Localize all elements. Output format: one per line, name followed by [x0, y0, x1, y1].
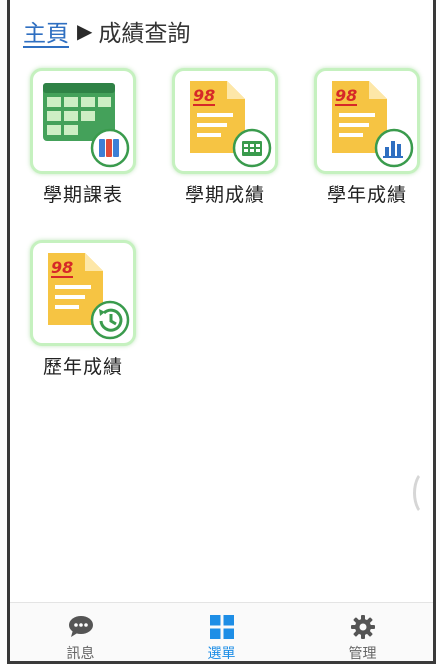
tab-menu[interactable]: 選單	[151, 603, 292, 661]
breadcrumb: 主頁 ▶ 成績查詢	[23, 14, 190, 48]
chat-icon	[68, 616, 93, 637]
tab-label: 選單	[207, 646, 236, 661]
tile-label: 學年成績	[326, 184, 407, 206]
tab-messages[interactable]: 訊息	[10, 603, 151, 661]
tile-label: 學期課表	[42, 184, 123, 206]
breadcrumb-home-link[interactable]: 主頁	[23, 14, 69, 48]
app-frame: 主頁 ▶ 成績查詢 學期課表 98 學期成績 98 學年成績 98 歷年成績 訊…	[7, 0, 436, 664]
tab-settings[interactable]: 管理	[292, 603, 433, 661]
timetable-books-icon	[30, 68, 136, 174]
grid-icon	[209, 615, 234, 639]
tile-label: 歷年成績	[42, 356, 123, 378]
tile-semester-scores[interactable]: 98 學期成績	[165, 68, 285, 207]
score-badge: 98	[193, 86, 215, 105]
score-badge: 98	[51, 258, 73, 277]
breadcrumb-separator-icon: ▶	[77, 19, 93, 43]
breadcrumb-current: 成績查詢	[98, 21, 191, 47]
score-chart-icon: 98	[314, 68, 420, 174]
tab-label: 訊息	[66, 646, 95, 661]
tile-semester-timetable[interactable]: 學期課表	[23, 68, 143, 207]
bottom-tab-bar: 訊息 選單 管理	[10, 602, 433, 661]
side-pull-handle[interactable]	[413, 470, 433, 516]
tile-all-years-scores[interactable]: 98 歷年成績	[23, 240, 143, 379]
score-badge: 98	[335, 86, 357, 105]
gear-icon	[350, 615, 375, 639]
tile-school-year-scores[interactable]: 98 學年成績	[307, 68, 427, 207]
tab-label: 管理	[348, 646, 377, 661]
tile-label: 學期成績	[184, 184, 265, 206]
score-history-icon: 98	[30, 240, 136, 346]
score-calendar-icon: 98	[172, 68, 278, 174]
